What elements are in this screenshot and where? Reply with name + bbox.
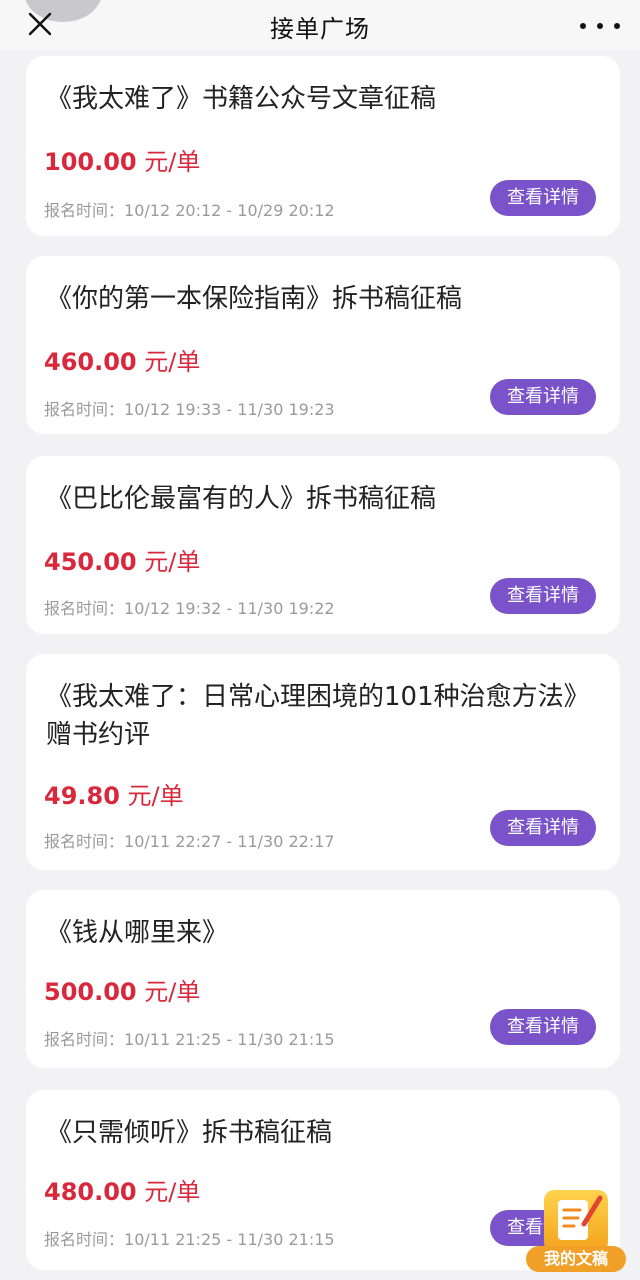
card-title: 《只需倾听》拆书稿征稿 xyxy=(46,1118,333,1148)
header-bar: 接单广场 xyxy=(0,0,640,50)
card-time: 报名时间：10/12 19:33 - 11/30 19:23 xyxy=(44,396,335,420)
my-drafts-label: 我的文稿 xyxy=(526,1246,626,1272)
more-dot-icon xyxy=(580,23,586,29)
card-title: 《我太难了》书籍公众号文章征稿 xyxy=(46,84,437,114)
time-label: 报名时间： xyxy=(44,1030,125,1049)
card-title: 《钱从哪里来》 xyxy=(46,918,229,948)
more-dot-icon xyxy=(597,23,603,29)
my-drafts-button[interactable]: 我的文稿 xyxy=(526,1186,626,1278)
price-unit: 元/单 xyxy=(136,978,201,1006)
page-title: 接单广场 xyxy=(270,15,370,43)
price-value: 450.00 xyxy=(44,548,137,576)
order-card[interactable]: 《我太难了：日常心理困境的101种治愈方法》赠书约评 49.80 元/单 报名时… xyxy=(26,654,620,870)
time-range: 10/11 21:25 - 11/30 21:15 xyxy=(124,1030,335,1049)
time-label: 报名时间： xyxy=(44,201,125,220)
price-value: 460.00 xyxy=(44,348,137,376)
order-card[interactable]: 《钱从哪里来》 500.00 元/单 报名时间：10/11 21:25 - 11… xyxy=(26,890,620,1068)
price-unit: 元/单 xyxy=(136,148,201,176)
price-unit: 元/单 xyxy=(119,782,184,810)
time-label: 报名时间： xyxy=(44,1230,125,1249)
price-unit: 元/单 xyxy=(136,1178,201,1206)
card-price: 460.00 元/单 xyxy=(44,342,200,377)
more-dot-icon xyxy=(614,23,620,29)
time-label: 报名时间： xyxy=(44,400,125,419)
card-time: 报名时间：10/12 19:32 - 11/30 19:22 xyxy=(44,595,335,619)
card-time: 报名时间：10/11 21:25 - 11/30 21:15 xyxy=(44,1026,335,1050)
card-title: 《你的第一本保险指南》拆书稿征稿 xyxy=(46,284,463,314)
time-range: 10/12 19:32 - 11/30 19:22 xyxy=(124,599,335,618)
price-value: 100.00 xyxy=(44,148,137,176)
time-range: 10/12 19:33 - 11/30 19:23 xyxy=(124,400,335,419)
time-label: 报名时间： xyxy=(44,832,125,851)
view-details-button[interactable]: 查看详情 xyxy=(490,810,596,846)
card-price: 49.80 元/单 xyxy=(44,776,184,811)
view-details-button[interactable]: 查看详情 xyxy=(490,1009,596,1045)
card-time: 报名时间：10/11 21:25 - 11/30 21:15 xyxy=(44,1226,335,1250)
order-card[interactable]: 《我太难了》书籍公众号文章征稿 100.00 元/单 报名时间：10/12 20… xyxy=(26,56,620,236)
more-options-button[interactable] xyxy=(580,12,620,40)
card-title: 《我太难了：日常心理困境的101种治愈方法》赠书约评 xyxy=(46,682,590,750)
card-price: 450.00 元/单 xyxy=(44,542,200,577)
price-value: 49.80 xyxy=(44,782,120,810)
card-price: 500.00 元/单 xyxy=(44,972,200,1007)
time-range: 10/12 20:12 - 10/29 20:12 xyxy=(124,201,335,220)
card-time: 报名时间：10/12 20:12 - 10/29 20:12 xyxy=(44,197,335,221)
price-unit: 元/单 xyxy=(136,348,201,376)
card-title: 《巴比伦最富有的人》拆书稿征稿 xyxy=(46,484,437,514)
view-details-button[interactable]: 查看详情 xyxy=(490,578,596,614)
time-range: 10/11 21:25 - 11/30 21:15 xyxy=(124,1230,335,1249)
price-value: 500.00 xyxy=(44,978,137,1006)
price-value: 480.00 xyxy=(44,1178,137,1206)
price-unit: 元/单 xyxy=(136,548,201,576)
document-icon xyxy=(544,1190,608,1252)
time-label: 报名时间： xyxy=(44,599,125,618)
view-details-button[interactable]: 查看详情 xyxy=(490,379,596,415)
card-price: 100.00 元/单 xyxy=(44,142,200,177)
order-card[interactable]: 《你的第一本保险指南》拆书稿征稿 460.00 元/单 报名时间：10/12 1… xyxy=(26,256,620,434)
view-details-button[interactable]: 查看详情 xyxy=(490,180,596,216)
time-range: 10/11 22:27 - 11/30 22:17 xyxy=(124,832,335,851)
card-time: 报名时间：10/11 22:27 - 11/30 22:17 xyxy=(44,828,335,852)
card-price: 480.00 元/单 xyxy=(44,1172,200,1207)
order-card[interactable]: 《巴比伦最富有的人》拆书稿征稿 450.00 元/单 报名时间：10/12 19… xyxy=(26,456,620,634)
